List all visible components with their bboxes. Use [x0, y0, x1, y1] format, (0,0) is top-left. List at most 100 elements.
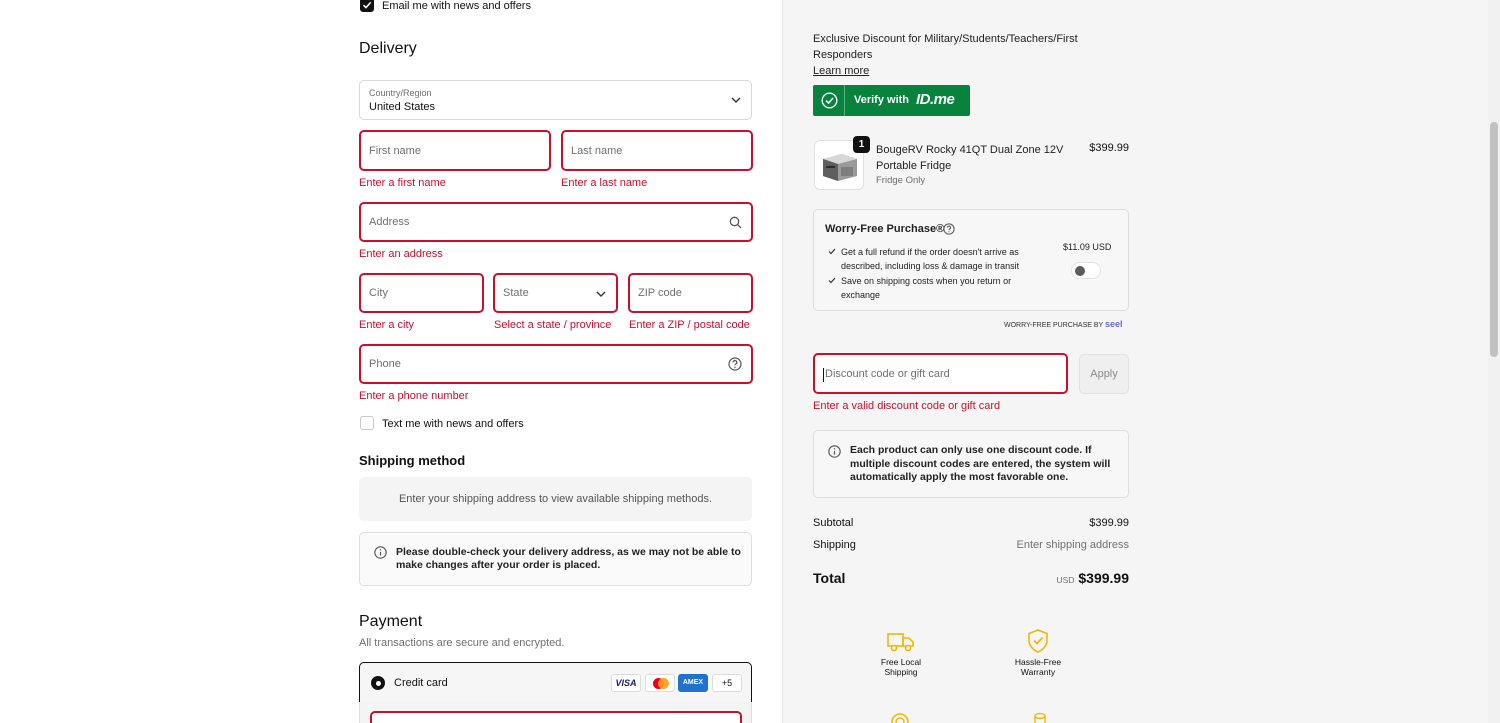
last-name-placeholder: Last name: [571, 144, 623, 157]
truck-icon: [887, 633, 914, 652]
worry-free-footer: WORRY-FREE PURCHASE BY seel: [1004, 319, 1123, 329]
total-value: $399.99: [1078, 570, 1129, 586]
total-currency: USD: [1056, 575, 1075, 585]
worry-free-card: Worry-Free Purchase® Get a full refund i…: [813, 209, 1129, 311]
subtotal-label: Subtotal: [813, 517, 854, 529]
first-name-placeholder: First name: [369, 144, 421, 157]
worry-free-benefit-2: Save on shipping costs when you return o…: [841, 276, 1012, 300]
country-select[interactable]: Country/Region United States: [359, 80, 752, 120]
chevron-down-icon: [731, 97, 741, 103]
delivery-address-notice-text: Please double-check your delivery addres…: [396, 546, 741, 571]
amex-icon: AMEX: [678, 674, 708, 692]
product-variant: Fridge Only: [876, 175, 926, 186]
shipping-method-title: Shipping method: [359, 453, 466, 468]
zip-field[interactable]: ZIP code: [628, 273, 753, 313]
free-shipping-label: Free Local Shipping: [880, 657, 922, 677]
shield-check-icon: [1028, 629, 1048, 653]
first-name-field[interactable]: First name: [359, 130, 551, 171]
city-field[interactable]: City: [359, 273, 484, 313]
search-icon: [729, 216, 742, 229]
email-opt-in-label: Email me with news and offers: [382, 0, 531, 12]
warranty-label: Hassle-Free Warranty: [1014, 657, 1062, 677]
credit-card-radio[interactable]: [371, 676, 385, 690]
verify-with-idme-button[interactable]: Verify with ID.me: [813, 85, 970, 116]
credit-card-option[interactable]: Credit card VISA AMEX +5: [359, 662, 752, 703]
credit-card-label: Credit card: [394, 677, 448, 689]
discount-code-error: Enter a valid discount code or gift card: [813, 400, 1001, 412]
chevron-down-icon: [596, 291, 606, 297]
phone-placeholder: Phone: [369, 358, 401, 370]
discount-info-notice: Each product can only use one discount c…: [813, 430, 1129, 498]
sms-opt-in-label: Text me with news and offers: [382, 418, 524, 430]
help-icon[interactable]: [943, 223, 955, 235]
badge-icon: [891, 713, 909, 723]
visa-icon: VISA: [611, 674, 641, 692]
quantity-badge: 1: [853, 136, 870, 153]
checkout-form-pane: Email me with news and offers Delivery C…: [0, 0, 782, 723]
check-icon: [828, 248, 836, 255]
mastercard-icon: [645, 674, 675, 692]
help-icon[interactable]: [728, 357, 742, 371]
state-select[interactable]: State: [493, 273, 618, 313]
worry-free-toggle[interactable]: [1071, 262, 1101, 279]
check-icon: [362, 1, 372, 9]
phone-field[interactable]: Phone: [359, 344, 753, 384]
address-placeholder: Address: [369, 216, 410, 228]
state-placeholder: State: [503, 287, 529, 299]
info-icon: [374, 546, 387, 559]
card-details-container: [359, 702, 752, 723]
zip-error: Enter a ZIP / postal code: [629, 319, 750, 331]
card-number-field[interactable]: [370, 711, 742, 723]
payment-subtitle: All transactions are secure and encrypte…: [359, 637, 565, 649]
exclusive-discount-text: Exclusive Discount for Military/Students…: [813, 33, 1078, 61]
address-field[interactable]: Address: [359, 202, 753, 242]
learn-more-link[interactable]: Learn more: [813, 65, 869, 77]
country-select-value: United States: [369, 101, 436, 113]
delivery-title: Delivery: [359, 40, 417, 57]
page-scrollbar[interactable]: [1488, 0, 1500, 723]
zip-placeholder: ZIP code: [638, 287, 682, 299]
check-circle-icon: [821, 92, 838, 109]
verify-with-label: Verify with: [854, 94, 910, 106]
info-icon: [828, 445, 841, 458]
shipping-value: Enter shipping address: [1016, 539, 1129, 551]
discount-code-placeholder: Discount code or gift card: [825, 368, 950, 380]
email-opt-in-checkbox[interactable]: [360, 0, 374, 12]
city-error: Enter a city: [359, 319, 415, 331]
sms-opt-in-checkbox[interactable]: [360, 416, 374, 430]
total-amount: USD $399.99: [1029, 570, 1129, 588]
discount-info-text: Each product can only use one discount c…: [850, 444, 1111, 483]
delivery-address-notice: Please double-check your delivery addres…: [359, 532, 752, 586]
fridge-product-image: [823, 154, 857, 181]
shipping-label: Shipping: [813, 539, 856, 551]
order-summary-pane: Exclusive Discount for Military/Students…: [782, 0, 1500, 723]
more-card-brands-badge: +5: [712, 674, 742, 692]
product-thumbnail: 1: [814, 136, 870, 190]
last-name-field[interactable]: Last name: [561, 130, 753, 171]
worry-free-benefit-1: Get a full refund if the order doesn't a…: [841, 247, 1020, 271]
idme-logo: ID.me: [916, 91, 955, 108]
subtotal-value: $399.99: [1089, 517, 1129, 529]
discount-code-input[interactable]: Discount code or gift card: [813, 353, 1068, 394]
address-error: Enter an address: [359, 248, 443, 260]
check-icon: [828, 277, 836, 284]
state-error: Select a state / province: [494, 319, 612, 331]
page-scrollbar-thumb[interactable]: [1490, 122, 1498, 357]
coins-icon: [1034, 712, 1046, 723]
product-price: $399.99: [1089, 142, 1129, 154]
shipping-methods-empty-text: Enter your shipping address to view avai…: [398, 493, 713, 505]
product-name: BougeRV Rocky 41QT Dual Zone 12V Portabl…: [876, 144, 1064, 172]
shipping-methods-empty: Enter your shipping address to view avai…: [359, 477, 752, 521]
last-name-error: Enter a last name: [561, 177, 648, 189]
apply-discount-button[interactable]: Apply: [1079, 354, 1129, 394]
worry-free-footer-label: WORRY-FREE PURCHASE BY: [1004, 322, 1104, 329]
payment-title: Payment: [359, 613, 423, 630]
seel-logo: seel: [1105, 319, 1123, 329]
phone-error: Enter a phone number: [359, 390, 469, 402]
worry-free-title: Worry-Free Purchase®: [825, 223, 945, 235]
first-name-error: Enter a first name: [359, 177, 446, 189]
city-placeholder: City: [369, 287, 388, 299]
total-label: Total: [813, 570, 846, 586]
worry-free-price: $11.09 USD: [1063, 242, 1112, 252]
country-select-label: Country/Region: [369, 88, 432, 98]
